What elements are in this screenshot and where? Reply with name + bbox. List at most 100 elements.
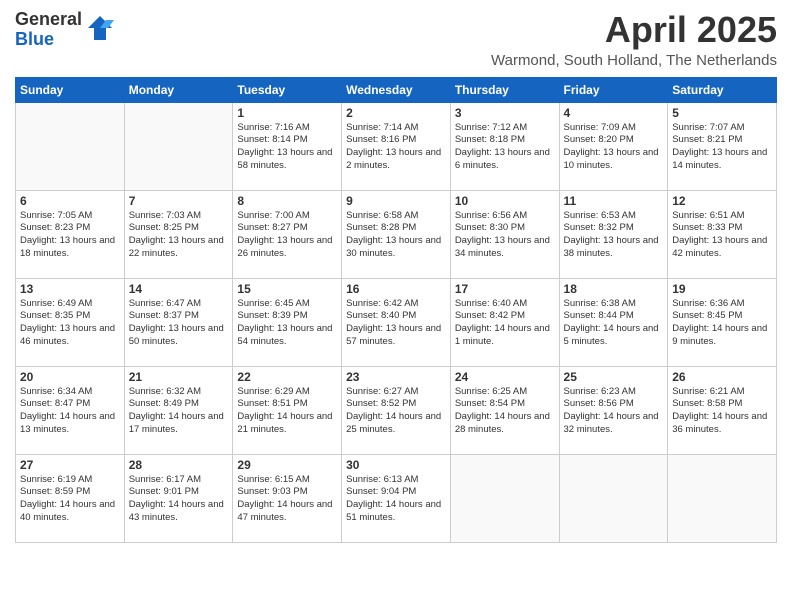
day-info: Sunrise: 7:00 AMSunset: 8:27 PMDaylight:… xyxy=(237,210,337,261)
day-number: 25 xyxy=(564,370,664,384)
day-number: 11 xyxy=(564,194,664,208)
table-row: 25 Sunrise: 6:23 AMSunset: 8:56 PMDayligh… xyxy=(559,366,668,454)
table-row xyxy=(668,454,777,542)
table-row: 26Sunrise: 6:21 AMSunset: 8:58 PMDayligh… xyxy=(668,366,777,454)
title-block: April 2025 Warmond, South Holland, The N… xyxy=(491,10,777,69)
day-info: Sunrise: 6:17 AMSunset: 9:01 PMDaylight:… xyxy=(129,474,229,525)
logo-icon xyxy=(86,14,114,42)
col-friday: Friday xyxy=(559,77,668,102)
day-info: Sunrise: 6:38 AMSunset: 8:44 PMDaylight:… xyxy=(564,298,664,349)
header: General Blue April 2025 Warmond, South H… xyxy=(15,10,777,69)
table-row: 4 Sunrise: 7:09 AMSunset: 8:20 PMDaylight… xyxy=(559,102,668,190)
col-tuesday: Tuesday xyxy=(233,77,342,102)
day-info: Sunrise: 6:34 AMSunset: 8:47 PMDaylight:… xyxy=(20,386,120,437)
day-number: 29 xyxy=(237,458,337,472)
day-info: Sunrise: 6:29 AMSunset: 8:51 PMDaylight:… xyxy=(237,386,337,437)
table-row: 7 Sunrise: 7:03 AMSunset: 8:25 PMDaylight… xyxy=(124,190,233,278)
logo: General Blue xyxy=(15,10,114,50)
day-number: 19 xyxy=(672,282,772,296)
day-info: Sunrise: 6:15 AMSunset: 9:03 PMDaylight:… xyxy=(237,474,337,525)
day-info: Sunrise: 7:03 AMSunset: 8:25 PMDaylight:… xyxy=(129,210,229,261)
table-row: 19 Sunrise: 6:36 AMSunset: 8:45 PMDayligh… xyxy=(668,278,777,366)
day-number: 8 xyxy=(237,194,337,208)
col-saturday: Saturday xyxy=(668,77,777,102)
table-row: 5Sunrise: 7:07 AMSunset: 8:21 PMDaylight… xyxy=(668,102,777,190)
day-number: 21 xyxy=(129,370,229,384)
day-info: Sunrise: 6:45 AMSunset: 8:39 PMDaylight:… xyxy=(237,298,337,349)
day-number: 1 xyxy=(237,106,337,120)
day-number: 12 xyxy=(672,194,772,208)
day-info: Sunrise: 6:27 AMSunset: 8:52 PMDaylight:… xyxy=(346,386,446,437)
day-info: Sunrise: 6:19 AMSunset: 8:59 PMDaylight:… xyxy=(20,474,120,525)
table-row xyxy=(450,454,559,542)
table-row: 8 Sunrise: 7:00 AMSunset: 8:27 PMDaylight… xyxy=(233,190,342,278)
day-info: Sunrise: 6:56 AMSunset: 8:30 PMDaylight:… xyxy=(455,210,555,261)
day-info: Sunrise: 6:23 AMSunset: 8:56 PMDaylight:… xyxy=(564,386,664,437)
day-info: Sunrise: 7:16 AMSunset: 8:14 PMDaylight:… xyxy=(237,122,337,173)
table-row: 2 Sunrise: 7:14 AMSunset: 8:16 PMDaylight… xyxy=(342,102,451,190)
day-info: Sunrise: 6:58 AMSunset: 8:28 PMDaylight:… xyxy=(346,210,446,261)
page: General Blue April 2025 Warmond, South H… xyxy=(0,0,792,612)
table-row: 13 Sunrise: 6:49 AMSunset: 8:35 PMDayligh… xyxy=(16,278,125,366)
day-info: Sunrise: 6:49 AMSunset: 8:35 PMDaylight:… xyxy=(20,298,120,349)
day-info: Sunrise: 6:47 AMSunset: 8:37 PMDaylight:… xyxy=(129,298,229,349)
day-number: 30 xyxy=(346,458,446,472)
day-number: 4 xyxy=(564,106,664,120)
table-row: 6Sunrise: 7:05 AMSunset: 8:23 PMDaylight… xyxy=(16,190,125,278)
day-number: 2 xyxy=(346,106,446,120)
day-info: Sunrise: 6:32 AMSunset: 8:49 PMDaylight:… xyxy=(129,386,229,437)
day-number: 26 xyxy=(672,370,772,384)
day-info: Sunrise: 6:53 AMSunset: 8:32 PMDaylight:… xyxy=(564,210,664,261)
month-title: April 2025 xyxy=(491,10,777,50)
day-number: 10 xyxy=(455,194,555,208)
table-row: 20 Sunrise: 6:34 AMSunset: 8:47 PMDayligh… xyxy=(16,366,125,454)
day-number: 18 xyxy=(564,282,664,296)
table-row: 27Sunrise: 6:19 AMSunset: 8:59 PMDayligh… xyxy=(16,454,125,542)
table-row: 9 Sunrise: 6:58 AMSunset: 8:28 PMDaylight… xyxy=(342,190,451,278)
table-row: 1 Sunrise: 7:16 AMSunset: 8:14 PMDaylight… xyxy=(233,102,342,190)
day-number: 24 xyxy=(455,370,555,384)
logo-text: General Blue xyxy=(15,10,82,50)
day-number: 3 xyxy=(455,106,555,120)
day-number: 22 xyxy=(237,370,337,384)
table-row: 22 Sunrise: 6:29 AMSunset: 8:51 PMDayligh… xyxy=(233,366,342,454)
day-info: Sunrise: 6:42 AMSunset: 8:40 PMDaylight:… xyxy=(346,298,446,349)
day-number: 20 xyxy=(20,370,120,384)
table-row: 10 Sunrise: 6:56 AMSunset: 8:30 PMDayligh… xyxy=(450,190,559,278)
table-row: 29 Sunrise: 6:15 AMSunset: 9:03 PMDayligh… xyxy=(233,454,342,542)
table-row xyxy=(559,454,668,542)
day-number: 23 xyxy=(346,370,446,384)
day-number: 13 xyxy=(20,282,120,296)
col-sunday: Sunday xyxy=(16,77,125,102)
table-row: 18 Sunrise: 6:38 AMSunset: 8:44 PMDayligh… xyxy=(559,278,668,366)
day-info: Sunrise: 7:14 AMSunset: 8:16 PMDaylight:… xyxy=(346,122,446,173)
day-info: Sunrise: 7:09 AMSunset: 8:20 PMDaylight:… xyxy=(564,122,664,173)
calendar-header-row: Sunday Monday Tuesday Wednesday Thursday… xyxy=(16,77,777,102)
day-info: Sunrise: 7:07 AMSunset: 8:21 PMDaylight:… xyxy=(672,122,772,173)
logo-blue: Blue xyxy=(15,30,82,50)
table-row: 30Sunrise: 6:13 AMSunset: 9:04 PMDayligh… xyxy=(342,454,451,542)
day-number: 17 xyxy=(455,282,555,296)
day-info: Sunrise: 6:25 AMSunset: 8:54 PMDaylight:… xyxy=(455,386,555,437)
calendar-week-row: 6Sunrise: 7:05 AMSunset: 8:23 PMDaylight… xyxy=(16,190,777,278)
day-info: Sunrise: 7:12 AMSunset: 8:18 PMDaylight:… xyxy=(455,122,555,173)
logo-general: General xyxy=(15,10,82,30)
table-row xyxy=(124,102,233,190)
col-monday: Monday xyxy=(124,77,233,102)
table-row: 17 Sunrise: 6:40 AMSunset: 8:42 PMDayligh… xyxy=(450,278,559,366)
day-number: 9 xyxy=(346,194,446,208)
table-row: 11 Sunrise: 6:53 AMSunset: 8:32 PMDayligh… xyxy=(559,190,668,278)
table-row: 3 Sunrise: 7:12 AMSunset: 8:18 PMDaylight… xyxy=(450,102,559,190)
day-number: 7 xyxy=(129,194,229,208)
table-row: 24 Sunrise: 6:25 AMSunset: 8:54 PMDayligh… xyxy=(450,366,559,454)
table-row: 23 Sunrise: 6:27 AMSunset: 8:52 PMDayligh… xyxy=(342,366,451,454)
calendar-week-row: 27Sunrise: 6:19 AMSunset: 8:59 PMDayligh… xyxy=(16,454,777,542)
day-info: Sunrise: 6:40 AMSunset: 8:42 PMDaylight:… xyxy=(455,298,555,349)
col-thursday: Thursday xyxy=(450,77,559,102)
table-row: 15Sunrise: 6:45 AMSunset: 8:39 PMDayligh… xyxy=(233,278,342,366)
day-number: 16 xyxy=(346,282,446,296)
day-info: Sunrise: 6:36 AMSunset: 8:45 PMDaylight:… xyxy=(672,298,772,349)
col-wednesday: Wednesday xyxy=(342,77,451,102)
day-info: Sunrise: 6:51 AMSunset: 8:33 PMDaylight:… xyxy=(672,210,772,261)
table-row: 21 Sunrise: 6:32 AMSunset: 8:49 PMDayligh… xyxy=(124,366,233,454)
